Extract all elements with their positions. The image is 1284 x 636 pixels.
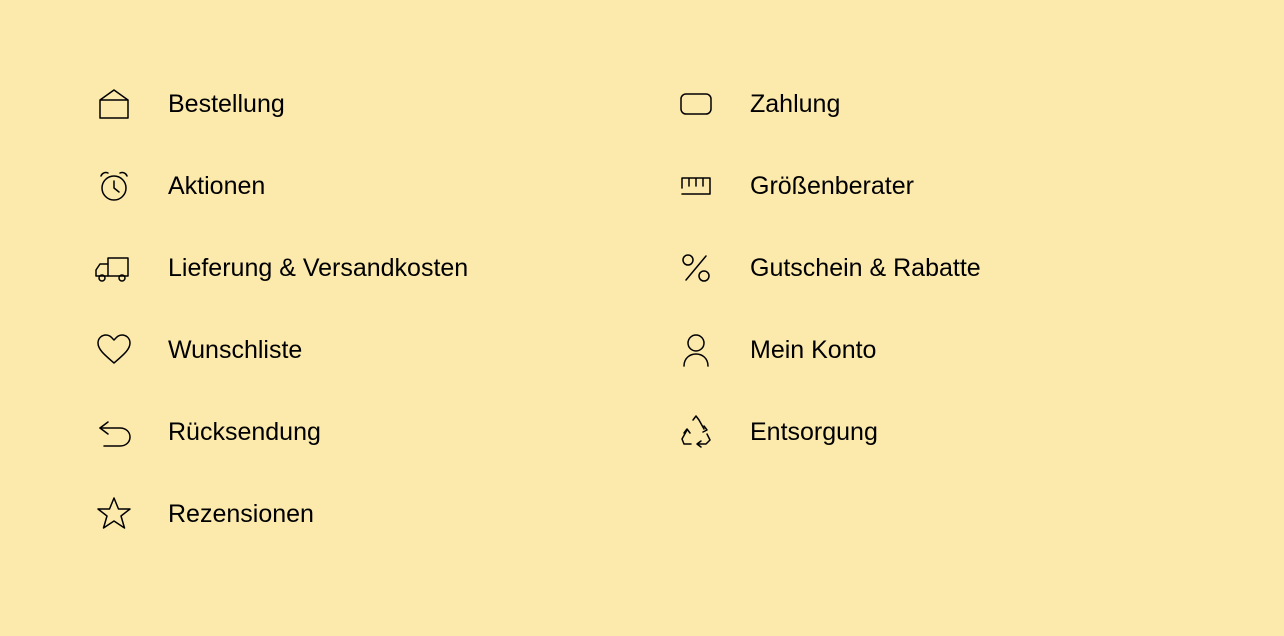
menu-item-vouchers[interactable]: Gutschein & Rabatte xyxy=(672,244,1194,292)
menu-item-label: Mein Konto xyxy=(750,336,876,365)
menu-item-label: Entsorgung xyxy=(750,418,878,447)
menu-item-label: Lieferung & Versandkosten xyxy=(168,254,468,283)
menu-item-order[interactable]: Bestellung xyxy=(90,80,612,128)
ruler-icon xyxy=(672,162,720,210)
menu-item-reviews[interactable]: Rezensionen xyxy=(90,490,612,538)
percent-icon xyxy=(672,244,720,292)
empty-cell xyxy=(672,490,1194,538)
menu-item-label: Bestellung xyxy=(168,90,285,119)
menu-item-returns[interactable]: Rücksendung xyxy=(90,408,612,456)
card-icon xyxy=(672,80,720,128)
menu-item-disposal[interactable]: Entsorgung xyxy=(672,408,1194,456)
return-arrow-icon xyxy=(90,408,138,456)
order-icon xyxy=(90,80,138,128)
menu-item-size-guide[interactable]: Größenberater xyxy=(672,162,1194,210)
user-icon xyxy=(672,326,720,374)
alarm-clock-icon xyxy=(90,162,138,210)
star-icon xyxy=(90,490,138,538)
menu-item-label: Aktionen xyxy=(168,172,265,201)
menu-item-label: Zahlung xyxy=(750,90,840,119)
help-menu-grid: Bestellung Zahlung Aktionen Größenbera xyxy=(90,80,1194,538)
menu-item-label: Rezensionen xyxy=(168,500,314,529)
delivery-truck-icon xyxy=(90,244,138,292)
menu-item-promotions[interactable]: Aktionen xyxy=(90,162,612,210)
menu-item-wishlist[interactable]: Wunschliste xyxy=(90,326,612,374)
heart-icon xyxy=(90,326,138,374)
menu-item-label: Rücksendung xyxy=(168,418,321,447)
menu-item-label: Größenberater xyxy=(750,172,914,201)
menu-item-payment[interactable]: Zahlung xyxy=(672,80,1194,128)
menu-item-label: Wunschliste xyxy=(168,336,302,365)
recycle-icon xyxy=(672,408,720,456)
menu-item-account[interactable]: Mein Konto xyxy=(672,326,1194,374)
menu-item-label: Gutschein & Rabatte xyxy=(750,254,981,283)
menu-item-delivery[interactable]: Lieferung & Versandkosten xyxy=(90,244,612,292)
